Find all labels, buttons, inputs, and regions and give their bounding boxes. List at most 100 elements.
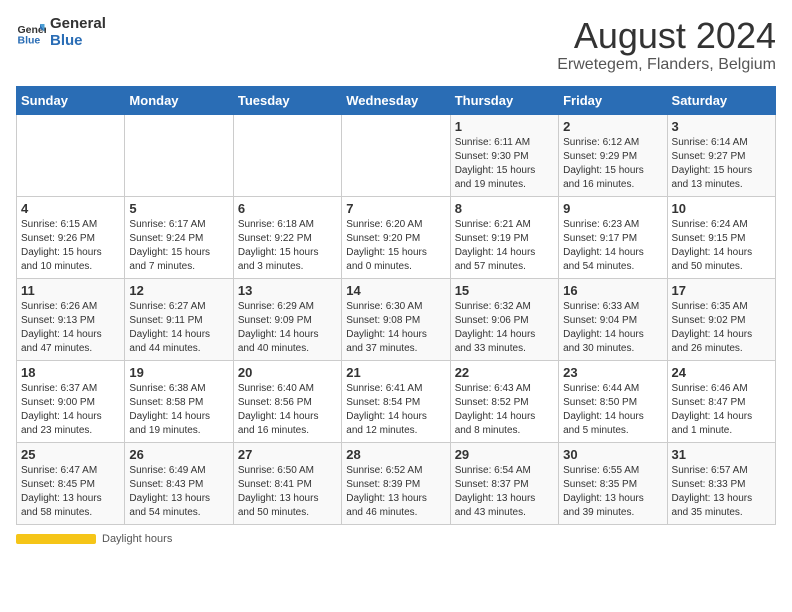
calendar-cell: 10Sunrise: 6:24 AM Sunset: 9:15 PM Dayli…	[667, 196, 775, 278]
day-info: Sunrise: 6:52 AM Sunset: 8:39 PM Dayligh…	[346, 464, 445, 520]
day-info: Sunrise: 6:15 AM Sunset: 9:26 PM Dayligh…	[21, 218, 120, 274]
calendar-header-row: SundayMondayTuesdayWednesdayThursdayFrid…	[17, 86, 776, 114]
day-number: 19	[129, 365, 228, 380]
calendar-cell: 3Sunrise: 6:14 AM Sunset: 9:27 PM Daylig…	[667, 114, 775, 196]
day-info: Sunrise: 6:47 AM Sunset: 8:45 PM Dayligh…	[21, 464, 120, 520]
calendar-cell: 17Sunrise: 6:35 AM Sunset: 9:02 PM Dayli…	[667, 278, 775, 360]
day-info: Sunrise: 6:35 AM Sunset: 9:02 PM Dayligh…	[672, 300, 771, 356]
calendar-cell: 26 Sunrise: 6:49 AM Sunset: 8:43 PM Dayli…	[125, 442, 233, 524]
day-info: Sunrise: 6:18 AM Sunset: 9:22 PM Dayligh…	[238, 218, 337, 274]
calendar-cell: 20Sunrise: 6:40 AM Sunset: 8:56 PM Dayli…	[233, 360, 341, 442]
calendar-cell: 16 Sunrise: 6:33 AM Sunset: 9:04 PM Dayli…	[559, 278, 667, 360]
day-info: Sunrise: 6:50 AM Sunset: 8:41 PM Dayligh…	[238, 464, 337, 520]
day-info: Sunrise: 6:14 AM Sunset: 9:27 PM Dayligh…	[672, 136, 771, 192]
calendar-cell	[125, 114, 233, 196]
day-number: 2	[563, 119, 662, 134]
day-info: Sunrise: 6:49 AM Sunset: 8:43 PM Dayligh…	[129, 464, 228, 520]
day-number: 16	[563, 283, 662, 298]
day-number: 20	[238, 365, 337, 380]
page-title: August 2024	[557, 16, 776, 56]
logo-icon: General Blue	[16, 18, 46, 48]
calendar-cell: 28 Sunrise: 6:52 AM Sunset: 8:39 PM Dayli…	[342, 442, 450, 524]
calendar-cell: 9 Sunrise: 6:23 AM Sunset: 9:17 PM Daylig…	[559, 196, 667, 278]
day-number: 18	[21, 365, 120, 380]
day-number: 6	[238, 201, 337, 216]
calendar-header-day: Saturday	[667, 86, 775, 114]
calendar-cell: 29 Sunrise: 6:54 AM Sunset: 8:37 PM Dayli…	[450, 442, 558, 524]
daylight-bar-icon	[16, 534, 96, 544]
day-number: 14	[346, 283, 445, 298]
day-info: Sunrise: 6:32 AM Sunset: 9:06 PM Dayligh…	[455, 300, 554, 356]
calendar-cell: 31Sunrise: 6:57 AM Sunset: 8:33 PM Dayli…	[667, 442, 775, 524]
day-number: 27	[238, 447, 337, 462]
calendar-cell	[233, 114, 341, 196]
logo-text-blue: Blue	[50, 33, 106, 50]
calendar-cell: 5 Sunrise: 6:17 AM Sunset: 9:24 PM Daylig…	[125, 196, 233, 278]
calendar-header-day: Tuesday	[233, 86, 341, 114]
day-number: 28	[346, 447, 445, 462]
day-info: Sunrise: 6:54 AM Sunset: 8:37 PM Dayligh…	[455, 464, 554, 520]
day-number: 9	[563, 201, 662, 216]
calendar-table: SundayMondayTuesdayWednesdayThursdayFrid…	[16, 86, 776, 525]
day-info: Sunrise: 6:43 AM Sunset: 8:52 PM Dayligh…	[455, 382, 554, 438]
day-number: 4	[21, 201, 120, 216]
page-subtitle: Erwetegem, Flanders, Belgium	[557, 56, 776, 74]
day-number: 12	[129, 283, 228, 298]
day-number: 26	[129, 447, 228, 462]
calendar-header-day: Friday	[559, 86, 667, 114]
calendar-header-day: Monday	[125, 86, 233, 114]
calendar-cell: 1 Sunrise: 6:11 AM Sunset: 9:30 PM Daylig…	[450, 114, 558, 196]
day-info: Sunrise: 6:24 AM Sunset: 9:15 PM Dayligh…	[672, 218, 771, 274]
day-number: 1	[455, 119, 554, 134]
day-number: 7	[346, 201, 445, 216]
day-info: Sunrise: 6:17 AM Sunset: 9:24 PM Dayligh…	[129, 218, 228, 274]
calendar-cell: 2Sunrise: 6:12 AM Sunset: 9:29 PM Daylig…	[559, 114, 667, 196]
day-info: Sunrise: 6:46 AM Sunset: 8:47 PM Dayligh…	[672, 382, 771, 438]
calendar-cell	[342, 114, 450, 196]
day-info: Sunrise: 6:29 AM Sunset: 9:09 PM Dayligh…	[238, 300, 337, 356]
calendar-cell: 12 Sunrise: 6:27 AM Sunset: 9:11 PM Dayli…	[125, 278, 233, 360]
daylight-label: Daylight hours	[102, 533, 172, 545]
day-info: Sunrise: 6:33 AM Sunset: 9:04 PM Dayligh…	[563, 300, 662, 356]
calendar-cell: 14 Sunrise: 6:30 AM Sunset: 9:08 PM Dayli…	[342, 278, 450, 360]
calendar-header-day: Sunday	[17, 86, 125, 114]
day-info: Sunrise: 6:41 AM Sunset: 8:54 PM Dayligh…	[346, 382, 445, 438]
day-number: 13	[238, 283, 337, 298]
day-info: Sunrise: 6:44 AM Sunset: 8:50 PM Dayligh…	[563, 382, 662, 438]
day-number: 23	[563, 365, 662, 380]
day-number: 5	[129, 201, 228, 216]
calendar-cell: 24 Sunrise: 6:46 AM Sunset: 8:47 PM Dayli…	[667, 360, 775, 442]
day-info: Sunrise: 6:11 AM Sunset: 9:30 PM Dayligh…	[455, 136, 554, 192]
calendar-header-day: Wednesday	[342, 86, 450, 114]
page-header: General Blue General Blue August 2024 Er…	[16, 16, 776, 74]
day-number: 31	[672, 447, 771, 462]
day-info: Sunrise: 6:37 AM Sunset: 9:00 PM Dayligh…	[21, 382, 120, 438]
calendar-cell: 6 Sunrise: 6:18 AM Sunset: 9:22 PM Daylig…	[233, 196, 341, 278]
day-info: Sunrise: 6:23 AM Sunset: 9:17 PM Dayligh…	[563, 218, 662, 274]
day-number: 24	[672, 365, 771, 380]
calendar-cell: 15Sunrise: 6:32 AM Sunset: 9:06 PM Dayli…	[450, 278, 558, 360]
day-info: Sunrise: 6:27 AM Sunset: 9:11 PM Dayligh…	[129, 300, 228, 356]
calendar-cell: 19 Sunrise: 6:38 AM Sunset: 8:58 PM Dayli…	[125, 360, 233, 442]
day-info: Sunrise: 6:30 AM Sunset: 9:08 PM Dayligh…	[346, 300, 445, 356]
calendar-cell: 18 Sunrise: 6:37 AM Sunset: 9:00 PM Dayli…	[17, 360, 125, 442]
calendar-cell: 13 Sunrise: 6:29 AM Sunset: 9:09 PM Dayli…	[233, 278, 341, 360]
calendar-week-row: 11Sunrise: 6:26 AM Sunset: 9:13 PM Dayli…	[17, 278, 776, 360]
day-number: 25	[21, 447, 120, 462]
day-number: 29	[455, 447, 554, 462]
calendar-week-row: 25 Sunrise: 6:47 AM Sunset: 8:45 PM Dayli…	[17, 442, 776, 524]
calendar-cell: 8Sunrise: 6:21 AM Sunset: 9:19 PM Daylig…	[450, 196, 558, 278]
calendar-cell	[17, 114, 125, 196]
calendar-cell: 22Sunrise: 6:43 AM Sunset: 8:52 PM Dayli…	[450, 360, 558, 442]
calendar-cell: 4 Sunrise: 6:15 AM Sunset: 9:26 PM Daylig…	[17, 196, 125, 278]
calendar-cell: 11Sunrise: 6:26 AM Sunset: 9:13 PM Dayli…	[17, 278, 125, 360]
calendar-cell: 30Sunrise: 6:55 AM Sunset: 8:35 PM Dayli…	[559, 442, 667, 524]
calendar-cell: 27 Sunrise: 6:50 AM Sunset: 8:41 PM Dayli…	[233, 442, 341, 524]
logo: General Blue General Blue	[16, 16, 106, 49]
title-section: August 2024 Erwetegem, Flanders, Belgium	[557, 16, 776, 74]
day-info: Sunrise: 6:26 AM Sunset: 9:13 PM Dayligh…	[21, 300, 120, 356]
day-info: Sunrise: 6:20 AM Sunset: 9:20 PM Dayligh…	[346, 218, 445, 274]
calendar-cell: 7 Sunrise: 6:20 AM Sunset: 9:20 PM Daylig…	[342, 196, 450, 278]
day-info: Sunrise: 6:38 AM Sunset: 8:58 PM Dayligh…	[129, 382, 228, 438]
svg-text:Blue: Blue	[18, 34, 41, 46]
